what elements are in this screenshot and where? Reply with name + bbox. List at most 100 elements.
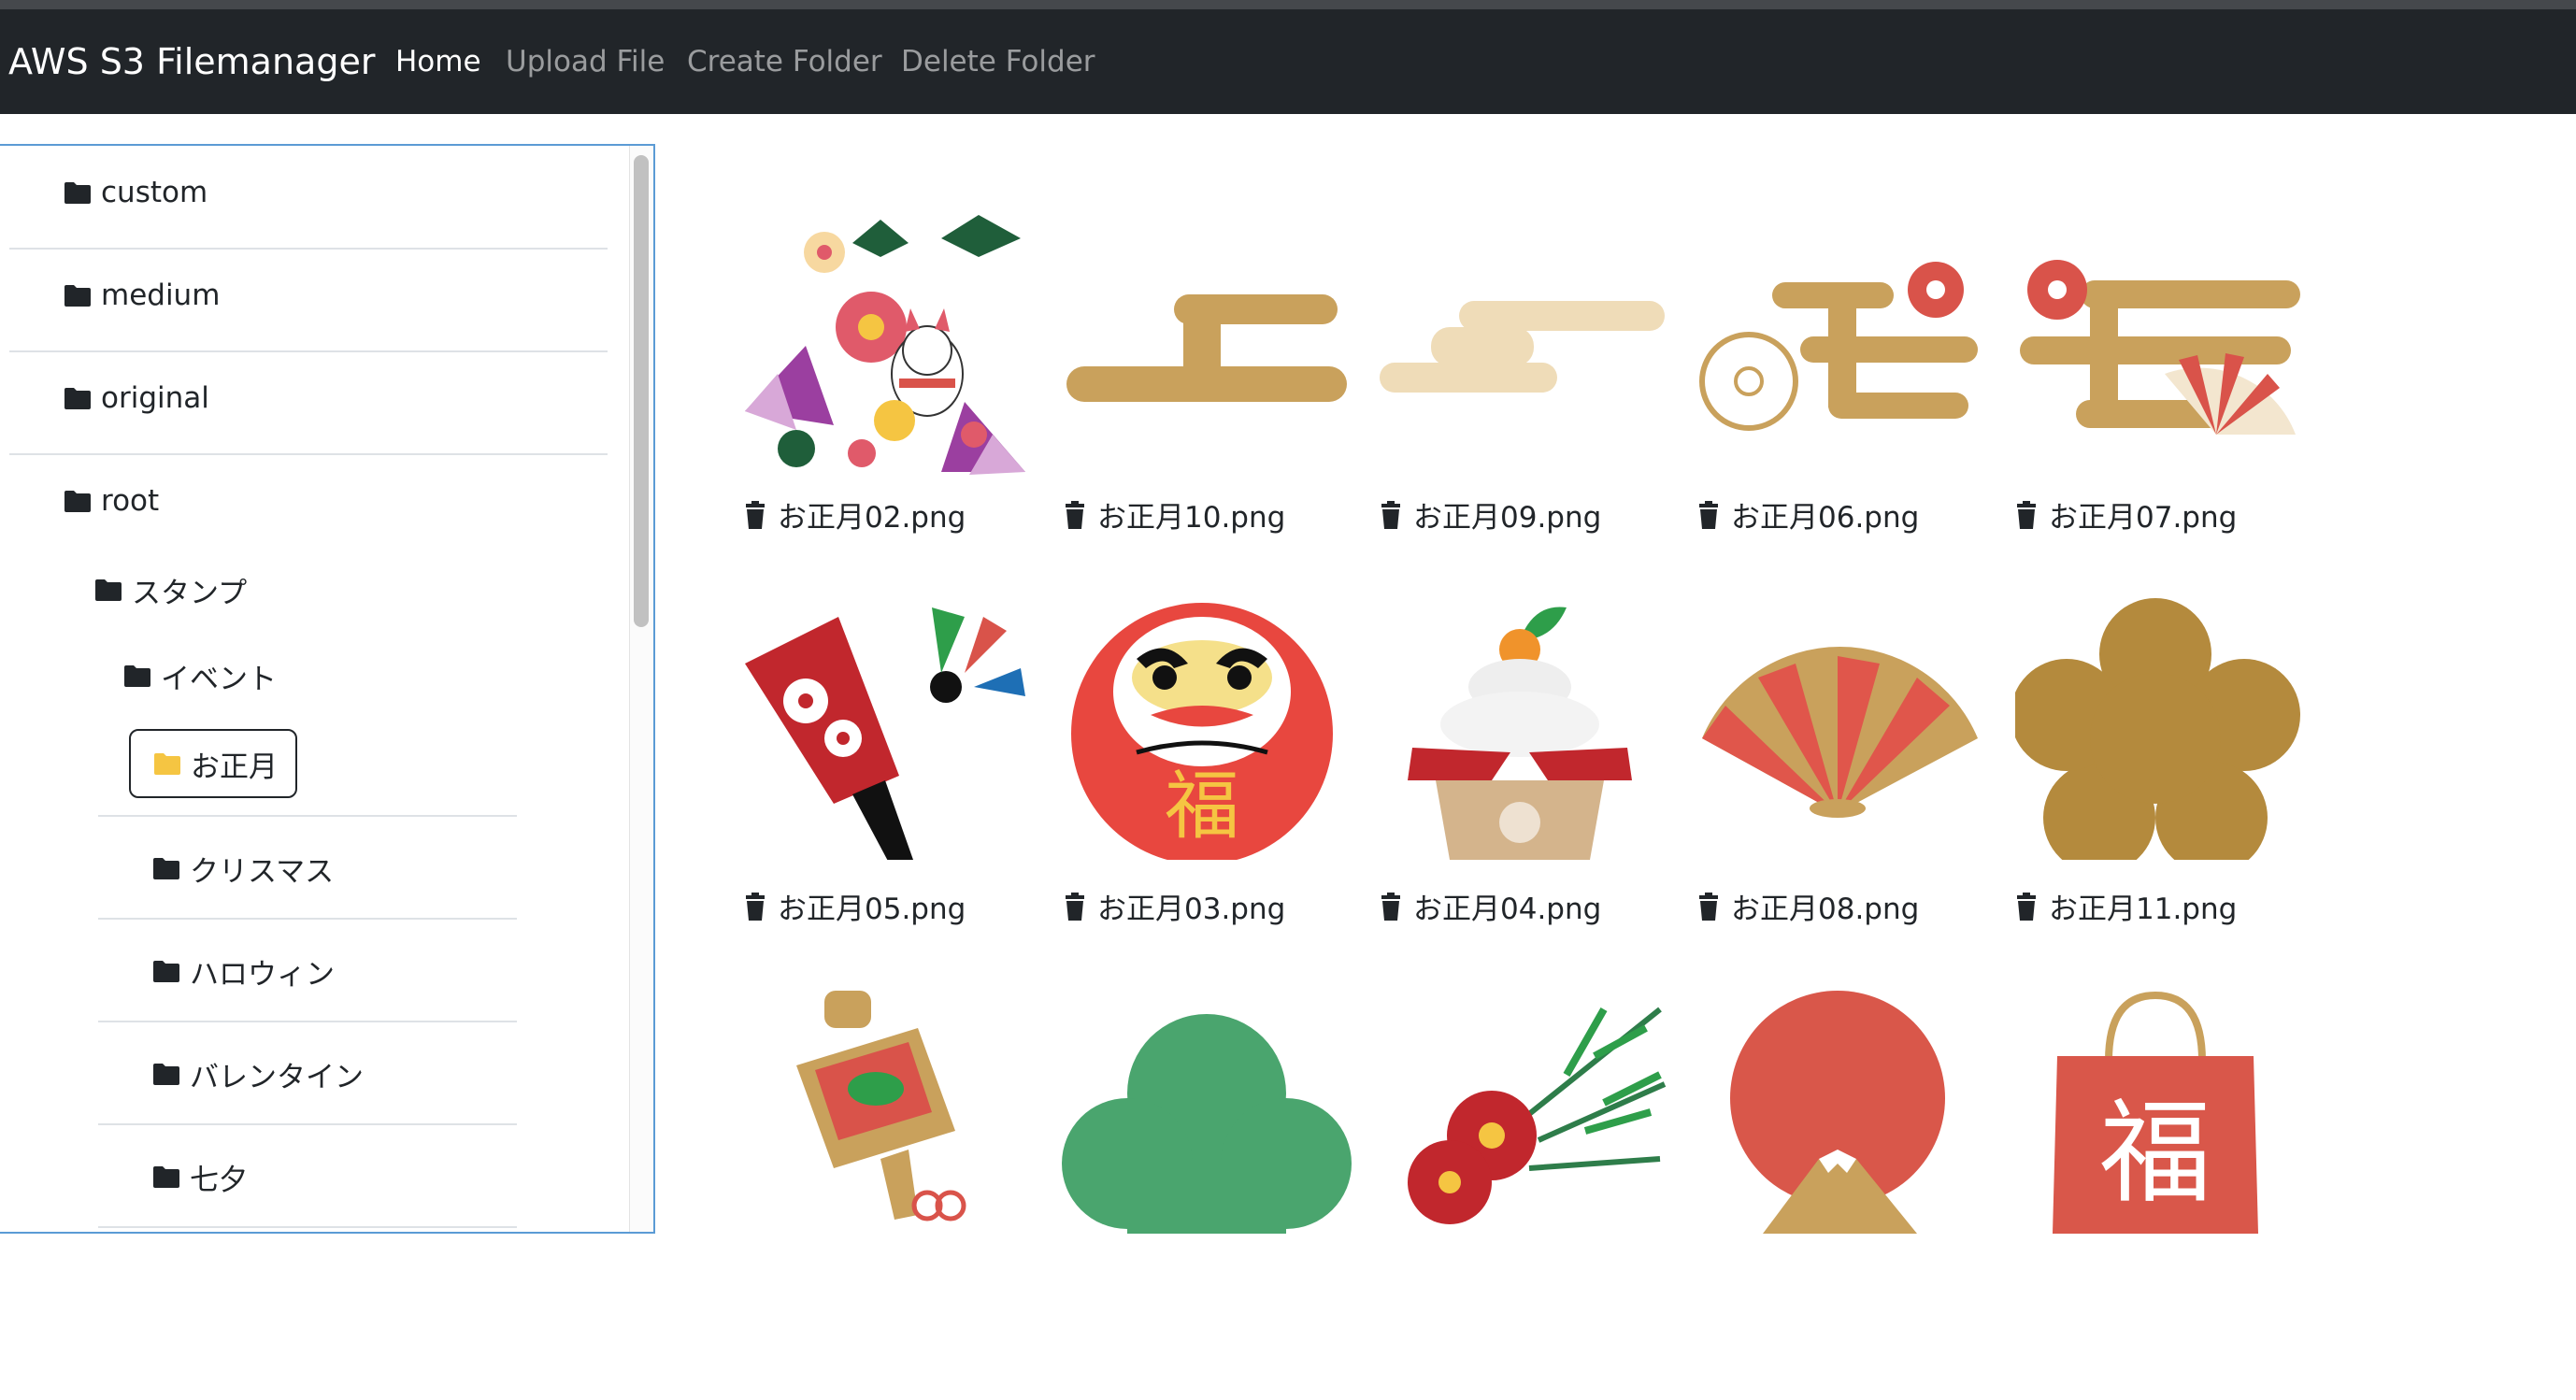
gold-cloud-icon <box>1066 294 1347 402</box>
file-thumbnail-2[interactable] <box>1062 215 1352 477</box>
file-name: お正月06.png <box>1731 501 1920 535</box>
file-name: お正月09.png <box>1413 501 1602 535</box>
file-item-9[interactable]: お正月08.png <box>1697 885 1919 927</box>
folder-label: スタンプ <box>132 577 248 610</box>
file-thumbnail-14[interactable] <box>1697 972 1987 1234</box>
daruma-icon: 福 <box>1071 603 1333 860</box>
cloud-fan-icon <box>2020 260 2300 435</box>
hagoita-icon <box>745 607 1025 860</box>
trash-icon[interactable] <box>1380 500 1402 529</box>
daruma-kanji: 福 <box>1165 763 1239 850</box>
file-thumbnail-15[interactable]: 福 <box>2015 972 2305 1234</box>
file-name: お正月03.png <box>1097 893 1286 926</box>
folder-event[interactable]: イベント <box>123 655 277 697</box>
trash-icon[interactable] <box>744 500 766 529</box>
lucky-mallet-icon <box>796 991 966 1221</box>
pine-plum-icon <box>1408 1007 1667 1224</box>
folder-icon <box>124 665 150 687</box>
folder-label: クリスマス <box>190 855 335 889</box>
trash-icon[interactable] <box>2015 500 2038 529</box>
brand[interactable]: AWS S3 Filemanager <box>8 9 375 114</box>
file-thumbnail-1[interactable] <box>740 215 1030 477</box>
file-item-8[interactable]: お正月04.png <box>1380 885 1601 927</box>
nav-delete-folder[interactable]: Delete Folder <box>901 9 1095 114</box>
file-item-2[interactable]: お正月10.png <box>1064 493 1285 536</box>
file-name: お正月10.png <box>1097 501 1286 535</box>
folder-christmas[interactable]: クリスマス <box>152 848 334 890</box>
file-thumbnail-4[interactable] <box>1697 215 1987 477</box>
scrollbar-thumb[interactable] <box>634 155 649 627</box>
folder-label: お正月 <box>191 750 278 784</box>
file-thumbnail-5[interactable] <box>2015 215 2305 477</box>
trash-icon[interactable] <box>1697 892 1720 921</box>
sunrise-fuji-icon <box>1730 991 1945 1234</box>
cloud-plum-icon <box>1699 262 1978 431</box>
file-item-6[interactable]: お正月05.png <box>744 885 966 927</box>
folder-icon <box>64 181 91 204</box>
folder-label: medium <box>101 279 221 312</box>
folder-icon <box>64 284 91 307</box>
file-thumbnail-12[interactable] <box>1062 972 1352 1234</box>
file-thumbnail-8[interactable] <box>1380 598 1669 860</box>
file-item-4[interactable]: お正月06.png <box>1697 493 1919 536</box>
folder-label: root <box>101 484 160 518</box>
folder-label: ハロウィン <box>190 958 335 992</box>
navbar: AWS S3 Filemanager Home Upload File Crea… <box>0 9 2576 114</box>
file-item-3[interactable]: お正月09.png <box>1380 493 1601 536</box>
kagami-mochi-icon <box>1408 607 1632 860</box>
divider <box>9 350 608 352</box>
folder-custom[interactable]: custom <box>64 176 208 209</box>
nav-home[interactable]: Home <box>395 9 481 114</box>
trash-icon[interactable] <box>1064 892 1086 921</box>
divider <box>9 248 608 250</box>
file-item-7[interactable]: お正月03.png <box>1064 885 1285 927</box>
folder-valentine[interactable]: バレンタイン <box>152 1053 364 1095</box>
divider <box>98 1226 517 1228</box>
file-thumbnail-6[interactable] <box>740 598 1030 860</box>
beige-cloud-icon <box>1380 301 1665 393</box>
file-name: お正月07.png <box>2049 501 2238 535</box>
file-item-1[interactable]: お正月02.png <box>744 493 966 536</box>
folder-oshogatsu-selected[interactable]: お正月 <box>129 729 297 798</box>
divider <box>98 815 517 817</box>
folder-label: original <box>101 381 209 415</box>
file-name: お正月05.png <box>778 893 966 926</box>
folder-stamp[interactable]: スタンプ <box>94 569 247 611</box>
new-year-collage-icon <box>745 215 1025 475</box>
folder-open-icon <box>154 752 180 775</box>
trash-icon[interactable] <box>1697 500 1720 529</box>
file-name: お正月11.png <box>2049 893 2238 926</box>
folder-label: 七夕 <box>190 1164 248 1197</box>
trash-icon[interactable] <box>1064 500 1086 529</box>
folder-icon <box>64 490 91 512</box>
nav-upload-file[interactable]: Upload File <box>506 9 665 114</box>
trash-icon[interactable] <box>1380 892 1402 921</box>
file-item-5[interactable]: お正月07.png <box>2015 493 2237 536</box>
nav-create-folder[interactable]: Create Folder <box>687 9 882 114</box>
folder-tree-panel[interactable]: custom medium original root スタンプ イベント お正… <box>0 144 655 1234</box>
file-thumbnail-10[interactable] <box>2015 598 2305 860</box>
trash-icon[interactable] <box>744 892 766 921</box>
folder-icon <box>153 1166 179 1188</box>
file-name: お正月02.png <box>778 501 966 535</box>
file-thumbnail-11[interactable] <box>740 972 1030 1234</box>
folder-root[interactable]: root <box>64 484 159 518</box>
file-name: お正月08.png <box>1731 893 1920 926</box>
file-thumbnail-3[interactable] <box>1380 215 1669 477</box>
lucky-bag-kanji: 福 <box>2099 1089 2211 1219</box>
file-thumbnail-7[interactable]: 福 <box>1062 598 1352 860</box>
file-item-10[interactable]: お正月11.png <box>2015 885 2237 927</box>
folder-icon <box>153 961 179 982</box>
trash-icon[interactable] <box>2015 892 2038 921</box>
lucky-bag-icon: 福 <box>2053 991 2258 1234</box>
window-top-edge <box>0 0 2576 9</box>
folder-original[interactable]: original <box>64 381 209 415</box>
file-thumbnail-13[interactable] <box>1380 972 1669 1234</box>
plum-blossom-icon <box>2015 598 2300 860</box>
folder-medium[interactable]: medium <box>64 279 220 312</box>
folder-tanabata[interactable]: 七夕 <box>152 1156 248 1198</box>
folder-icon <box>153 1064 179 1085</box>
folder-halloween[interactable]: ハロウィン <box>152 950 335 993</box>
file-thumbnail-9[interactable] <box>1697 598 1987 860</box>
folder-label: イベント <box>161 663 277 696</box>
